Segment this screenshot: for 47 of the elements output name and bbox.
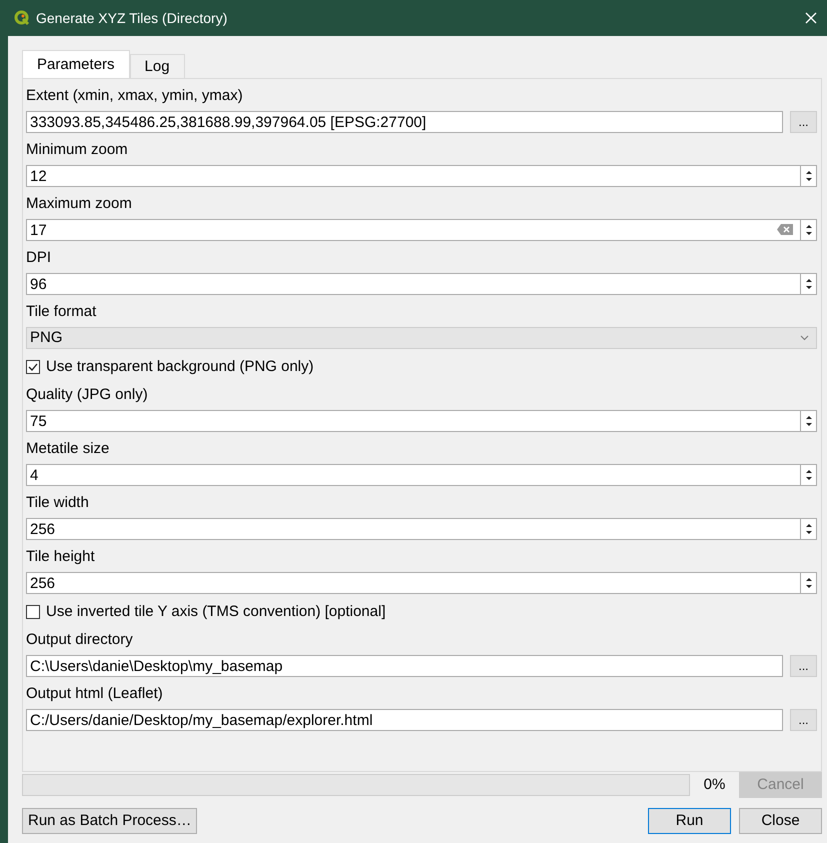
spin-field[interactable]: 4: [26, 464, 801, 486]
spin-arrows-icon[interactable]: [801, 572, 817, 594]
field-label: Tile format: [26, 302, 98, 322]
text-field[interactable]: C:/Users/danie/Desktop/my_basemap/explorer.html: [26, 709, 783, 731]
close-button[interactable]: Close: [739, 808, 822, 834]
browse-button[interactable]: ...: [790, 709, 817, 731]
field-label: Output html (Leaflet): [26, 684, 164, 704]
checkbox[interactable]: [26, 360, 40, 374]
spin-field[interactable]: 256: [26, 572, 801, 594]
field-label: Extent (xmin, xmax, ymin, ymax): [26, 86, 244, 106]
spin-arrows-icon[interactable]: [801, 464, 817, 486]
spin-field[interactable]: 12: [26, 165, 801, 187]
window-title: Generate XYZ Tiles (Directory): [36, 8, 228, 28]
text-field[interactable]: 333093.85,345486.25,381688.99,397964.05 [EPSG:27700]: [26, 111, 783, 133]
progress-percent: 0%: [702, 774, 726, 795]
text-field[interactable]: C:\Users\danie\Desktop\my_basemap: [26, 655, 783, 677]
field-label: Quality (JPG only): [26, 385, 149, 405]
field-label: Tile width: [26, 493, 90, 513]
browse-button[interactable]: ...: [790, 655, 817, 677]
field-label: Tile height: [26, 547, 96, 567]
tab[interactable]: Log: [130, 54, 185, 78]
spin-field[interactable]: 17: [26, 219, 801, 241]
spin-arrows-icon[interactable]: [801, 518, 817, 540]
dropdown[interactable]: PNG: [26, 327, 817, 349]
spin-field[interactable]: 256: [26, 518, 801, 540]
spin-arrows-icon[interactable]: [801, 410, 817, 432]
field-label: Metatile size: [26, 439, 110, 459]
checkbox-label: Use transparent background (PNG only): [46, 356, 314, 377]
batch-process-button[interactable]: Run as Batch Process…: [22, 808, 198, 834]
run-button[interactable]: Run: [648, 808, 731, 834]
checkbox[interactable]: [26, 605, 40, 619]
field-label: Output directory: [26, 630, 134, 650]
clear-icon[interactable]: [777, 224, 793, 235]
tab[interactable]: Parameters: [22, 50, 130, 78]
close-icon[interactable]: [805, 12, 817, 24]
spin-arrows-icon[interactable]: [801, 273, 817, 295]
field-label: Minimum zoom: [26, 140, 129, 160]
spin-field[interactable]: 96: [26, 273, 801, 295]
chevron-icon: [800, 335, 809, 341]
spin-field[interactable]: 75: [26, 410, 801, 432]
field-label: Maximum zoom: [26, 194, 133, 214]
field-label: DPI: [26, 248, 52, 268]
app-logo-icon: [14, 10, 30, 26]
spin-arrows-icon[interactable]: [801, 219, 817, 241]
checkbox-label: Use inverted tile Y axis (TMS convention) [optional]: [46, 602, 386, 622]
browse-button[interactable]: ...: [790, 111, 817, 133]
spin-arrows-icon[interactable]: [801, 165, 817, 187]
